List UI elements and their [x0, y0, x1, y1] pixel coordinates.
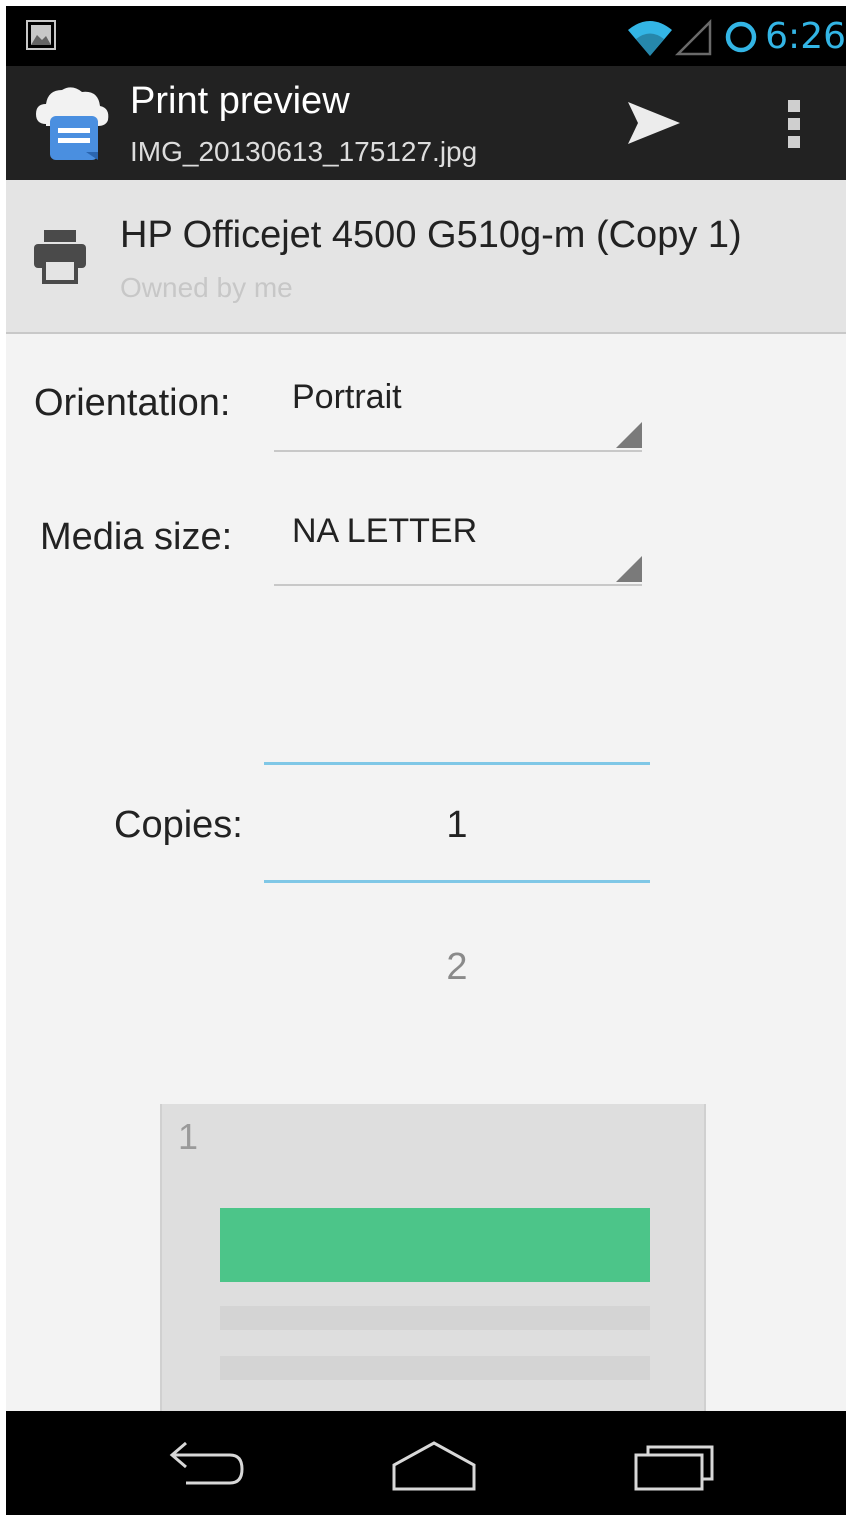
page-title: Print preview — [130, 80, 350, 122]
dropdown-corner-icon — [616, 556, 642, 582]
copies-next-value[interactable]: 2 — [264, 946, 650, 989]
printer-name: HP Officejet 4500 G510g-m (Copy 1) — [120, 214, 742, 256]
screen: 6:26 Print preview IMG_20130613_175127.j… — [6, 6, 846, 1515]
copies-label: Copies: — [114, 804, 243, 846]
home-icon[interactable] — [384, 1433, 484, 1493]
signal-icon — [674, 18, 712, 56]
preview-image — [220, 1208, 650, 1282]
gallery-notification-icon — [26, 20, 56, 50]
picker-divider-bottom — [264, 880, 650, 883]
page-preview[interactable]: 1 — [162, 1104, 704, 1424]
orientation-label: Orientation: — [34, 382, 231, 424]
media-size-spinner[interactable]: NA LETTER — [274, 508, 642, 586]
orientation-spinner[interactable]: Portrait — [274, 374, 642, 452]
preview-page-number: 1 — [178, 1116, 199, 1157]
back-icon[interactable] — [156, 1433, 256, 1493]
navigation-bar — [6, 1411, 846, 1515]
preview-text-line — [220, 1306, 650, 1330]
picker-divider-top — [264, 762, 650, 765]
recents-icon[interactable] — [624, 1433, 724, 1493]
file-name: IMG_20130613_175127.jpg — [130, 136, 478, 167]
send-icon[interactable] — [618, 88, 688, 158]
dropdown-corner-icon — [616, 422, 642, 448]
orientation-value: Portrait — [292, 378, 402, 416]
printer-icon — [34, 230, 86, 284]
status-bar: 6:26 — [6, 6, 846, 66]
printer-owner: Owned by me — [120, 272, 293, 303]
status-time: 6:26 — [765, 16, 846, 57]
printer-selector[interactable]: HP Officejet 4500 G510g-m (Copy 1) Owned… — [6, 180, 846, 334]
sync-icon — [725, 21, 757, 53]
action-bar: Print preview IMG_20130613_175127.jpg — [6, 66, 846, 180]
preview-text-line — [220, 1356, 650, 1380]
copies-value[interactable]: 1 — [264, 804, 650, 847]
wifi-icon — [628, 21, 672, 56]
media-size-value: NA LETTER — [292, 512, 478, 550]
cloud-print-icon[interactable] — [32, 82, 112, 168]
media-size-label: Media size: — [40, 516, 233, 558]
overflow-menu-icon[interactable] — [768, 88, 820, 158]
